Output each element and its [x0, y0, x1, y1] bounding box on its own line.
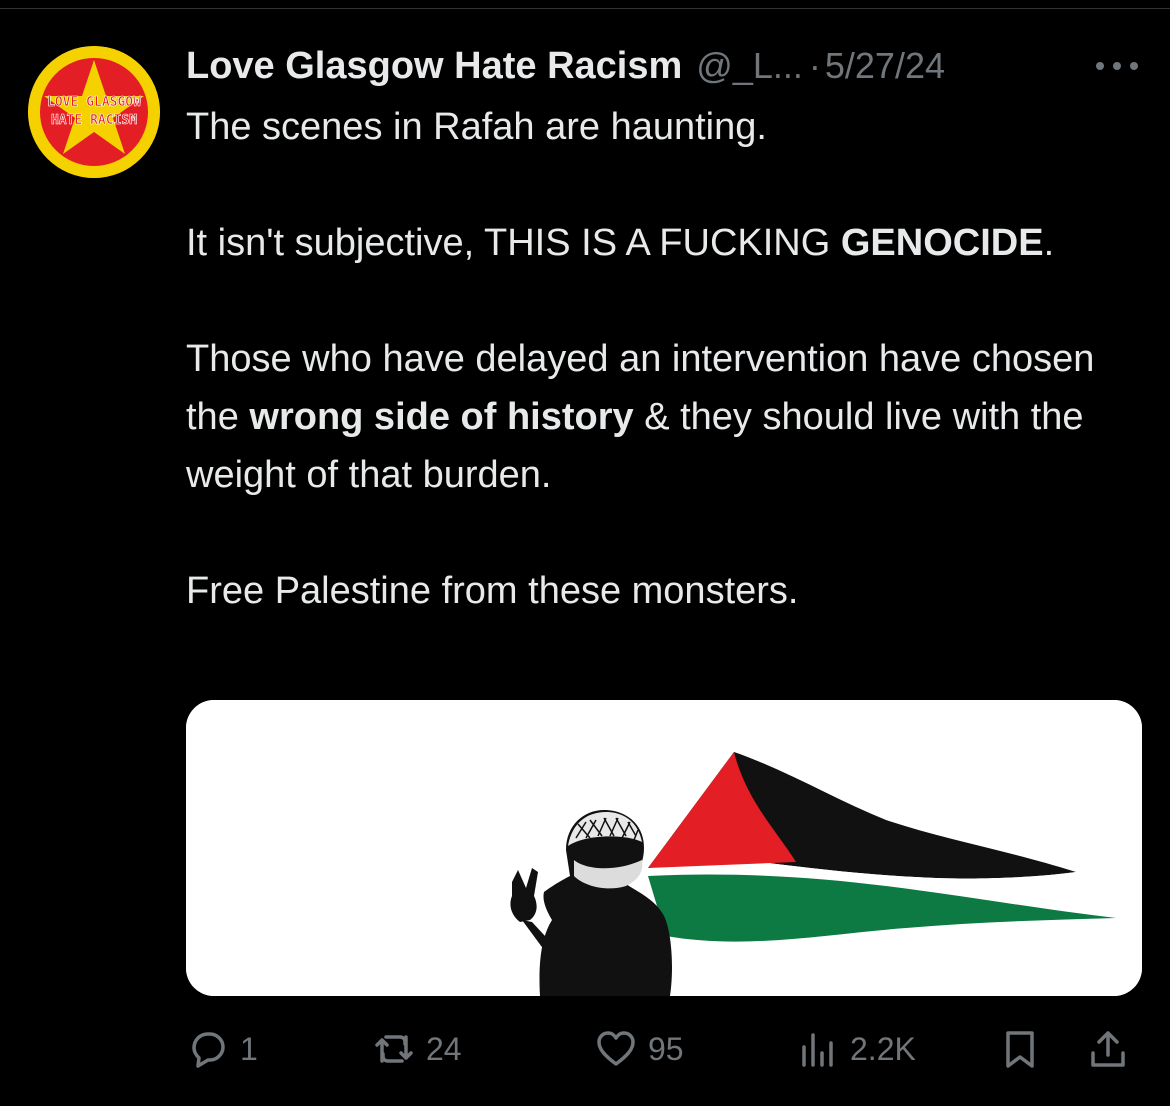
like-button[interactable]: 95 — [594, 1022, 684, 1076]
tweet-paragraph-2-end: . — [1043, 222, 1055, 264]
views-count: 2.2K — [850, 1030, 916, 1067]
tweet-date[interactable]: 5/27/24 — [825, 45, 945, 87]
like-count: 95 — [648, 1030, 684, 1067]
bookmark-button[interactable] — [998, 1022, 1042, 1076]
heart-icon — [597, 1031, 635, 1066]
tweet-text: The scenes in Rafah are haunting. It isn… — [186, 98, 1146, 620]
author-handle[interactable]: @_L... — [696, 45, 803, 87]
reply-button[interactable]: 1 — [186, 1022, 258, 1076]
tweet-paragraph-2-text: It isn't subjective, THIS IS A FUCKING — [186, 222, 841, 264]
bookmark-icon — [1006, 1031, 1034, 1068]
share-icon — [1091, 1031, 1125, 1067]
author-name[interactable]: Love Glasgow Hate Racism — [186, 45, 682, 88]
star-logo-icon: LOVE GLASGOW HATE RACISM — [28, 46, 160, 178]
avatar-logo-line1: LOVE GLASGOW — [47, 95, 141, 110]
tweet-media-image[interactable] — [186, 700, 1142, 996]
tweet-paragraph-1-text: The scenes in Rafah are haunting. — [186, 106, 767, 148]
reply-icon — [192, 1032, 225, 1068]
tweet-actions: 1 24 95 2.2K — [186, 1022, 1142, 1076]
avatar[interactable]: LOVE GLASGOW HATE RACISM — [28, 46, 160, 178]
tweet-paragraph-4: Free Palestine from these monsters. — [186, 562, 1146, 620]
tweet-paragraph-3: Those who have delayed an intervention h… — [186, 330, 1146, 504]
views-icon — [802, 1033, 833, 1067]
tweet-paragraph-2: It isn't subjective, THIS IS A FUCKING G… — [186, 214, 1146, 272]
more-icon — [1096, 62, 1138, 70]
tweet-paragraph-1: The scenes in Rafah are haunting. — [186, 98, 1146, 156]
top-divider — [0, 8, 1170, 9]
retweet-button[interactable]: 24 — [372, 1022, 462, 1076]
tweet-paragraph-4-text: Free Palestine from these monsters. — [186, 570, 799, 612]
views-button[interactable]: 2.2K — [796, 1022, 916, 1076]
avatar-logo-line2: HATE RACISM — [51, 113, 137, 128]
tweet-bold-genocide: GENOCIDE — [840, 222, 1044, 264]
header-separator: · — [808, 45, 821, 86]
more-options-button[interactable] — [1094, 54, 1140, 78]
retweet-count: 24 — [426, 1030, 462, 1067]
share-button[interactable] — [1086, 1022, 1130, 1076]
palestine-flag-illustration-icon — [186, 700, 1142, 996]
tweet-header: Love Glasgow Hate Racism @_L... · 5/27/2… — [186, 42, 945, 90]
tweet-bold-history: wrong side of history — [249, 396, 634, 438]
retweet-icon — [375, 1035, 413, 1063]
reply-count: 1 — [240, 1030, 258, 1067]
